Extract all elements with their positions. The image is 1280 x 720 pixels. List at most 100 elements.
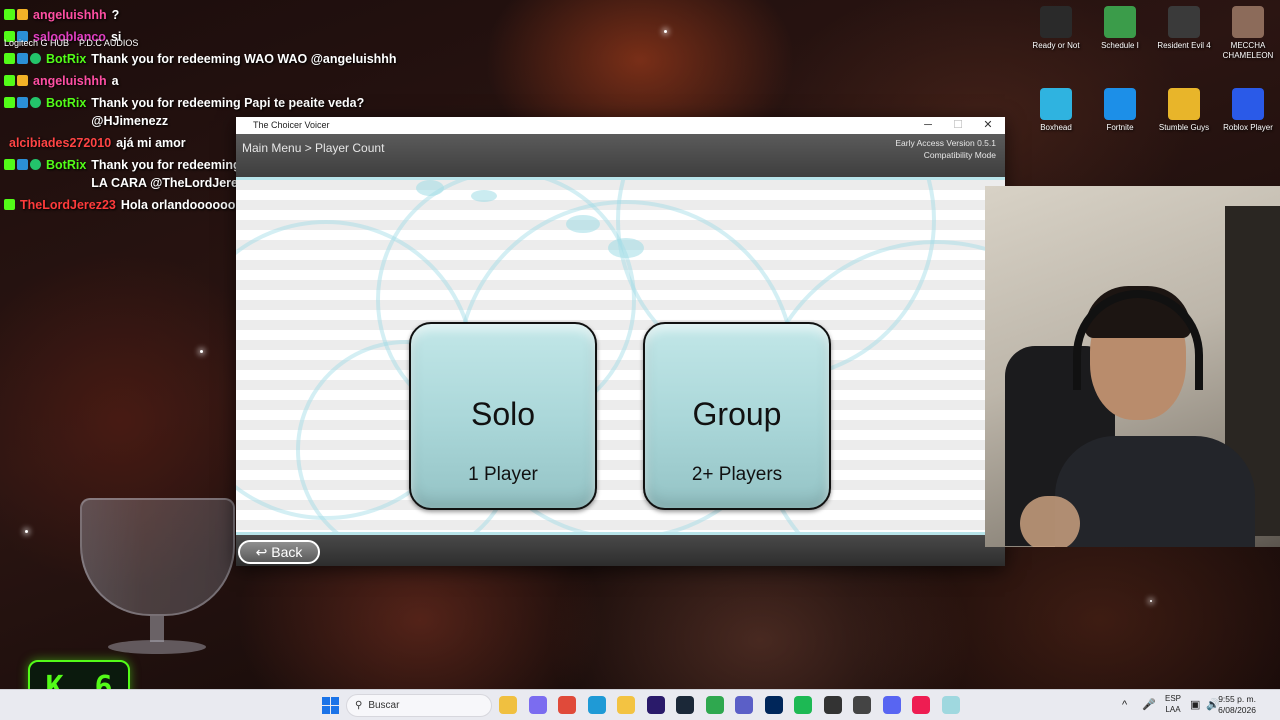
k-badge-icon <box>4 97 15 108</box>
chat-text: ajá mi amor <box>116 136 186 150</box>
chat-username[interactable]: BotRix <box>46 50 86 68</box>
spotify-icon[interactable] <box>794 696 812 714</box>
sub-badge-icon <box>17 9 28 20</box>
edge-icon[interactable] <box>587 696 606 714</box>
ver-badge-icon <box>17 97 28 108</box>
folder-icon[interactable] <box>617 696 635 714</box>
chat-message: angeluishhh a <box>4 72 404 90</box>
search-placeholder: Buscar <box>368 700 400 711</box>
chat-username[interactable]: BotRix <box>46 94 86 112</box>
decorative-dot <box>471 190 497 202</box>
pdc-audios-shortcut-label[interactable]: P.D.C AUDIOS <box>79 38 138 48</box>
background-star <box>664 30 667 33</box>
discord-icon[interactable] <box>882 696 901 714</box>
network-icon[interactable]: ▣ <box>1190 693 1200 717</box>
language-indicator[interactable]: ESP LAA <box>1165 693 1181 715</box>
start-button[interactable] <box>322 697 339 714</box>
steam-icon[interactable] <box>676 696 694 714</box>
chat-username[interactable]: angeluishhh <box>33 72 107 90</box>
webcam-overlay <box>985 186 1280 547</box>
chat-text: Thank you for redeeming WAO WAO @angelui… <box>91 52 397 66</box>
background-star <box>1150 600 1152 602</box>
bot-badge-icon <box>30 53 41 64</box>
k-badge-icon <box>4 159 15 170</box>
group-subtitle: 2+ Players <box>691 464 783 485</box>
compatibility-label: Compatibility Mode <box>923 150 996 160</box>
logitech-shortcut-label[interactable]: Logitech G HUB <box>4 38 69 48</box>
taskbar-search[interactable]: ⚲ Buscar <box>346 694 492 717</box>
desktop-shortcut-labels: Logitech G HUB P.D.C AUDIOS <box>4 38 138 48</box>
decorative-dot <box>416 180 444 196</box>
desktop-shortcut-label: Roblox Player <box>1223 123 1273 132</box>
back-button[interactable]: ↩ Back <box>238 540 320 564</box>
bottom-bar: ↩ Back <box>236 532 1005 566</box>
chat-username[interactable]: BotRix <box>46 156 86 174</box>
choicer-voicer-window: The Choicer Voicer ─ ☐ ✕ Main Menu > Pla… <box>236 117 1005 566</box>
back-label: Back <box>271 544 303 560</box>
solo-subtitle: 1 Player <box>468 464 538 485</box>
solo-option-button[interactable]: Solo 1 Player <box>409 322 597 510</box>
chat-username[interactable]: TheLordJerez23 <box>20 196 116 214</box>
desktop-shortcut-label: Fortnite <box>1106 123 1134 132</box>
ver-badge-icon <box>17 53 28 64</box>
app-g-icon[interactable] <box>853 696 871 714</box>
breadcrumb: Main Menu > Player Count <box>242 141 385 155</box>
schedule-icon <box>1104 6 1136 38</box>
chat-badges <box>4 156 41 170</box>
desktop-shortcut[interactable]: Boxhead <box>1024 88 1088 133</box>
window-titlebar[interactable]: The Choicer Voicer ─ ☐ ✕ <box>236 117 1005 134</box>
copilot-icon[interactable] <box>528 696 547 714</box>
desktop-shortcut-label: Stumble Guys <box>1158 123 1210 132</box>
minimize-button[interactable]: ─ <box>913 117 943 134</box>
desktop-shortcut[interactable]: MECCHA CHAMELEON <box>1216 6 1280 61</box>
language-code: ESP <box>1165 694 1182 703</box>
desktop-shortcut[interactable]: Resident Evil 4 <box>1152 6 1216 51</box>
bot-badge-icon <box>30 159 41 170</box>
active-window-icon[interactable] <box>941 696 960 714</box>
snifter-glass-overlay <box>80 498 235 658</box>
spreadsheet-icon[interactable] <box>705 696 724 714</box>
sub-badge-icon <box>17 75 28 86</box>
premiere-icon[interactable] <box>646 696 665 714</box>
clock-date: 6/08/2026 <box>1218 705 1256 715</box>
close-button[interactable]: ✕ <box>973 117 1003 134</box>
group-option-button[interactable]: Group 2+ Players <box>643 322 831 510</box>
microphone-icon[interactable]: 🎤 <box>1142 693 1156 717</box>
resident-evil-icon <box>1168 6 1200 38</box>
k-badge-icon <box>4 53 15 64</box>
version-label: Early Access Version 0.5.1 <box>895 138 996 148</box>
search-icon: ⚲ <box>355 700 363 711</box>
chat-badges <box>4 72 28 86</box>
desktop-shortcut[interactable]: Stumble Guys <box>1152 88 1216 133</box>
k-badge-icon <box>4 75 15 86</box>
desktop-shortcut[interactable]: Ready or Not <box>1024 6 1088 51</box>
desktop-shortcut[interactable]: Schedule I <box>1088 6 1152 51</box>
chat-username[interactable]: angeluishhh <box>33 6 107 24</box>
audition-icon[interactable] <box>764 696 783 714</box>
desktop-shortcut[interactable]: Fortnite <box>1088 88 1152 133</box>
maximize-button[interactable]: ☐ <box>943 117 973 134</box>
obs-icon[interactable] <box>823 696 842 714</box>
desktop-shortcut[interactable]: Roblox Player <box>1216 88 1280 133</box>
ver-badge-icon <box>17 159 28 170</box>
tiktok-icon[interactable] <box>912 696 930 714</box>
decorative-dot <box>566 215 600 233</box>
boxhead-icon <box>1040 88 1072 120</box>
desktop-shortcut-label: MECCHA CHAMELEON <box>1222 41 1274 60</box>
group-title: Group <box>692 396 782 432</box>
k-badge-icon <box>4 9 15 20</box>
chat-username[interactable]: alcibiades272010 <box>9 134 111 152</box>
tray-chevron-up-icon[interactable]: ^ <box>1122 693 1127 717</box>
desktop-shortcut-label: Ready or Not <box>1032 41 1080 50</box>
file-explorer-icon[interactable] <box>499 696 517 714</box>
chat-badges <box>4 50 41 64</box>
chrome-icon[interactable] <box>558 696 576 714</box>
chat-badges <box>4 94 41 108</box>
menu-header-bar: Main Menu > Player Count Early Access Ve… <box>236 134 1005 180</box>
clock-time: 9:55 p. m. <box>1218 694 1256 704</box>
teams-icon[interactable] <box>735 696 753 714</box>
fortnite-icon <box>1104 88 1136 120</box>
taskbar-clock[interactable]: 9:55 p. m. 6/08/2026 <box>1218 694 1256 716</box>
bot-badge-icon <box>30 97 41 108</box>
desktop-shortcut-label: Schedule I <box>1101 41 1139 50</box>
